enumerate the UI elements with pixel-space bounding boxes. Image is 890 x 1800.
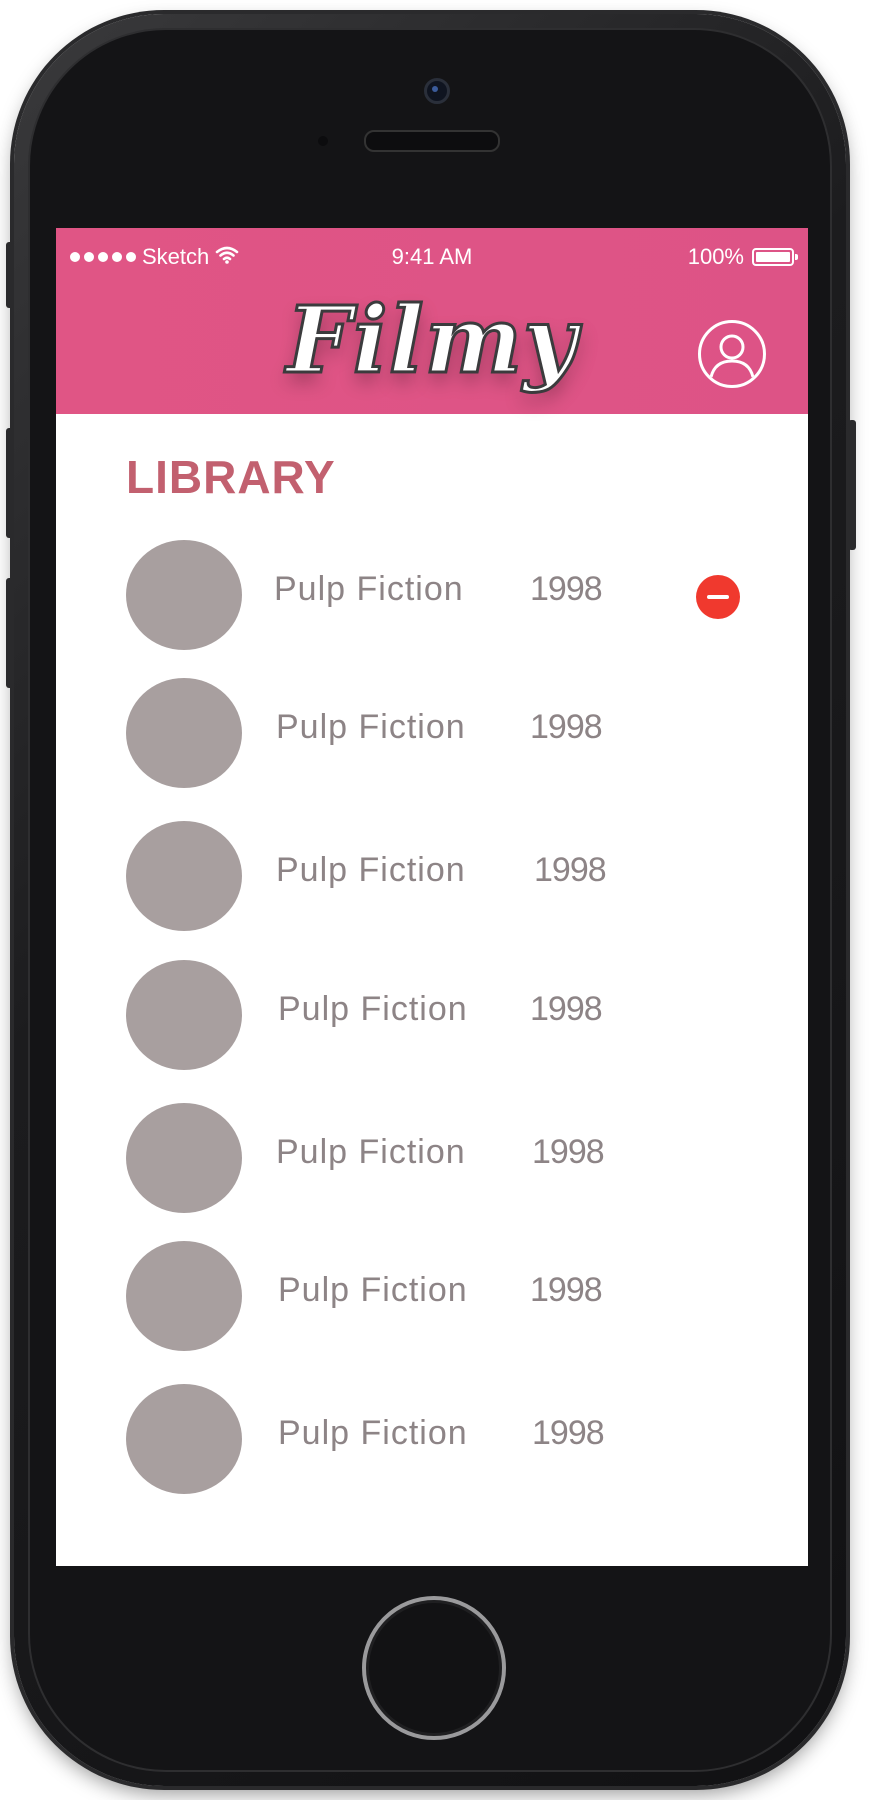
movie-title: Pulp Fiction [276,851,466,889]
movie-title: Pulp Fiction [276,708,466,746]
user-circle-icon [709,334,755,378]
movie-poster-thumbnail [126,1384,242,1494]
home-button[interactable] [362,1596,506,1740]
mute-switch [6,242,14,308]
library-item[interactable]: Pulp Fiction 1998 [56,1384,808,1494]
movie-poster-thumbnail [126,540,242,650]
library-item[interactable]: Pulp Fiction 1998 [56,1103,808,1213]
movie-title: Pulp Fiction [278,1414,468,1452]
volume-up-button [6,428,14,538]
power-button [848,420,856,550]
app-screen: Sketch 9:41 AM 100% Filmy LIBRARY Pulp F… [56,228,808,1566]
movie-poster-thumbnail [126,821,242,931]
library-item[interactable]: Pulp Fiction 1998 [56,1241,808,1351]
movie-title: Pulp Fiction [274,570,464,608]
movie-year: 1998 [532,1414,605,1452]
movie-year: 1998 [530,708,603,746]
movie-title: Pulp Fiction [278,990,468,1028]
library-heading: LIBRARY [126,451,336,503]
library-item[interactable]: Pulp Fiction 1998 [56,960,808,1070]
movie-year: 1998 [530,570,603,608]
movie-poster-thumbnail [126,960,242,1070]
library-item[interactable]: Pulp Fiction 1998 [56,821,808,931]
battery-percent: 100% [687,244,744,269]
movie-poster-thumbnail [126,1241,242,1351]
movie-title: Pulp Fiction [278,1271,468,1309]
movie-year: 1998 [530,990,603,1028]
front-camera [424,78,450,104]
movie-year: 1998 [532,1133,605,1171]
movie-poster-thumbnail [126,678,242,788]
movie-title: Pulp Fiction [276,1133,466,1171]
status-bar: Sketch 9:41 AM 100% [56,242,808,276]
movie-year: 1998 [530,1271,603,1309]
battery-icon [752,248,798,266]
volume-down-button [6,578,14,688]
status-right: 100% [687,244,798,270]
library-item[interactable]: Pulp Fiction 1998 [56,540,808,650]
movie-year: 1998 [534,851,607,889]
app-header: Sketch 9:41 AM 100% Filmy [56,228,808,414]
proximity-sensor [318,136,328,146]
movie-poster-thumbnail [126,1103,242,1213]
remove-button[interactable] [696,575,740,619]
app-logo: Filmy [285,285,578,396]
library-item[interactable]: Pulp Fiction 1998 [56,678,808,788]
earpiece-speaker [364,130,500,152]
profile-button[interactable] [698,320,766,388]
